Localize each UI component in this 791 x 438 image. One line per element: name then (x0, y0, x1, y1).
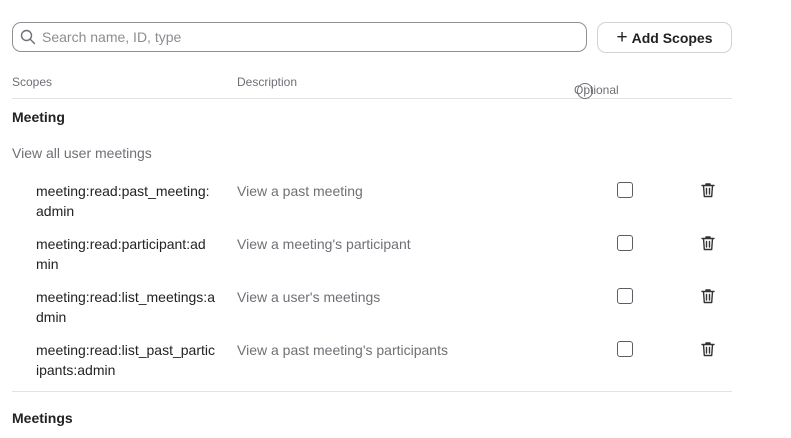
table-row: meeting:read:participant:admin View a me… (0, 234, 791, 287)
scope-name: meeting:read:past_meeting:admin (36, 183, 210, 219)
trash-icon[interactable] (699, 340, 717, 358)
search-box[interactable] (12, 22, 587, 52)
optional-checkbox[interactable] (617, 182, 633, 198)
add-scopes-button[interactable]: + Add Scopes (597, 22, 732, 53)
optional-checkbox[interactable] (617, 235, 633, 251)
group-title-meetings: Meetings (12, 410, 73, 426)
header-scopes: Scopes (12, 75, 53, 89)
table-row: meeting:read:list_past_participants:admi… (0, 340, 791, 393)
scope-description: View a past meeting (237, 183, 363, 199)
group-divider (12, 391, 732, 392)
scope-name: meeting:read:participant:admin (36, 236, 206, 272)
trash-icon[interactable] (699, 287, 717, 305)
add-scopes-label: Add Scopes (631, 29, 713, 46)
search-icon (20, 29, 36, 45)
scope-name: meeting:read:list_meetings:admin (36, 289, 215, 325)
optional-checkbox[interactable] (617, 341, 633, 357)
plus-icon: + (616, 27, 628, 48)
search-input[interactable] (42, 29, 562, 45)
trash-icon[interactable] (699, 181, 717, 199)
optional-checkbox[interactable] (617, 288, 633, 304)
subgroup-title: View all user meetings (12, 145, 152, 161)
scope-name: meeting:read:list_past_participants:admi… (36, 342, 215, 378)
table-row: meeting:read:list_meetings:admin View a … (0, 287, 791, 340)
scope-description: View a past meeting's participants (237, 342, 448, 358)
info-icon[interactable]: i (577, 83, 593, 99)
header-description: Description (237, 75, 298, 89)
trash-icon[interactable] (699, 234, 717, 252)
table-row: meeting:read:past_meeting:admin View a p… (0, 181, 791, 234)
group-title-meeting: Meeting (12, 109, 65, 125)
scope-description: View a meeting's participant (237, 236, 411, 252)
scope-description: View a user's meetings (237, 289, 381, 305)
table-header: Scopes Description Optional i (12, 67, 732, 99)
